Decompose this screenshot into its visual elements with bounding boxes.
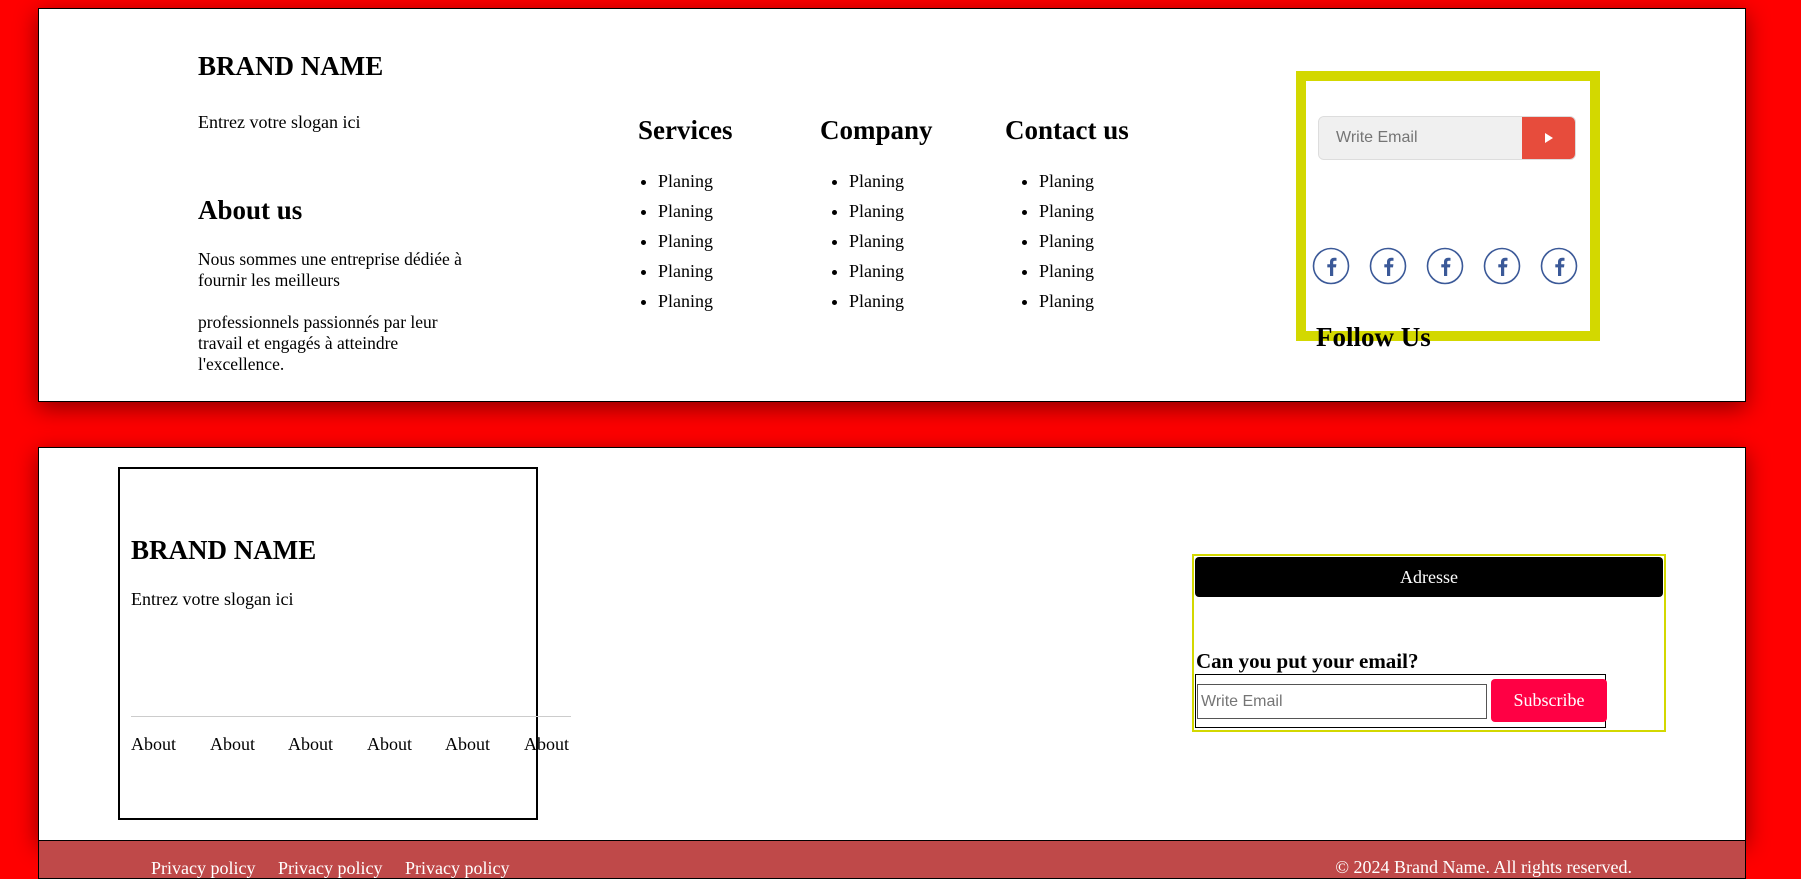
about-link[interactable]: About (288, 734, 333, 755)
services-item[interactable]: Planing (658, 196, 732, 226)
contact-item[interactable]: Planing (1039, 226, 1129, 256)
second-footer: BRAND NAME Entrez votre slogan ici About… (38, 447, 1746, 841)
services-heading: Services (638, 115, 733, 145)
send-button[interactable] (1522, 117, 1575, 159)
follow-us-heading: Follow Us (1316, 322, 1431, 352)
top-footer: BRAND NAME Entrez votre slogan ici About… (38, 8, 1746, 402)
about-paragraph-2: professionnels passionnés par leur trava… (198, 312, 438, 374)
services-item[interactable]: Planing (658, 286, 732, 316)
contact-heading: Contact us (1005, 115, 1129, 145)
facebook-icon[interactable] (1369, 247, 1407, 285)
contact-item[interactable]: Planing (1039, 196, 1129, 226)
address-button[interactable]: Adresse (1195, 557, 1663, 597)
privacy-policy-link[interactable]: Privacy policy (278, 858, 382, 879)
facebook-icon[interactable] (1426, 247, 1464, 285)
email-input[interactable] (1197, 684, 1487, 719)
play-triangle-icon (1544, 133, 1553, 143)
facebook-icon[interactable] (1483, 247, 1521, 285)
about-link[interactable]: About (445, 734, 490, 755)
company-item[interactable]: Planing (849, 286, 933, 316)
brand-box: BRAND NAME Entrez votre slogan ici About… (118, 467, 571, 820)
company-item[interactable]: Planing (849, 196, 933, 226)
facebook-icon[interactable] (1312, 247, 1350, 285)
about-heading: About us (198, 195, 303, 225)
subscribe-button[interactable]: Subscribe (1491, 679, 1607, 722)
copyright-text: © 2024 Brand Name. All rights reserved. (1335, 857, 1632, 877)
company-column: Company Planing Planing Planing Planing … (820, 115, 933, 316)
company-heading: Company (820, 115, 933, 145)
brand-slogan: Entrez votre slogan ici (198, 112, 361, 132)
contact-list: Planing Planing Planing Planing Planing (1005, 166, 1129, 316)
contact-item[interactable]: Planing (1039, 256, 1129, 286)
email-input[interactable] (1319, 117, 1524, 159)
services-item[interactable]: Planing (658, 166, 732, 196)
contact-item[interactable]: Planing (1039, 166, 1129, 196)
services-item[interactable]: Planing (658, 256, 732, 286)
contact-item[interactable]: Planing (1039, 286, 1129, 316)
services-column: Services Planing Planing Planing Planing… (638, 115, 732, 316)
about-paragraph-1: Nous sommes une entreprise dédiée à four… (198, 249, 462, 290)
address-box: Adresse Can you put your email? Subscrib… (1192, 554, 1666, 732)
facebook-icon[interactable] (1540, 247, 1578, 285)
about-link[interactable]: About (524, 734, 569, 755)
services-item[interactable]: Planing (658, 226, 732, 256)
divider (131, 716, 571, 717)
privacy-policy-link[interactable]: Privacy policy (151, 858, 255, 879)
company-item[interactable]: Planing (849, 166, 933, 196)
bottom-bar: Privacy policy Privacy policy Privacy po… (38, 840, 1746, 879)
about-link[interactable]: About (367, 734, 412, 755)
company-item[interactable]: Planing (849, 226, 933, 256)
brand-slogan: Entrez votre slogan ici (131, 589, 294, 609)
company-item[interactable]: Planing (849, 256, 933, 286)
subscribe-form: Subscribe (1195, 674, 1607, 728)
brand-name: BRAND NAME (131, 535, 317, 565)
services-list: Planing Planing Planing Planing Planing (638, 166, 732, 316)
privacy-policy-link[interactable]: Privacy policy (405, 858, 509, 879)
about-link[interactable]: About (131, 734, 176, 755)
brand-name: BRAND NAME (198, 51, 384, 81)
subscribe-box: Follow Us (1296, 71, 1600, 352)
contact-column: Contact us Planing Planing Planing Plani… (1005, 115, 1129, 316)
email-question: Can you put your email? (1196, 649, 1419, 673)
company-list: Planing Planing Planing Planing Planing (820, 166, 933, 316)
email-subscribe-row (1318, 116, 1576, 160)
about-link[interactable]: About (210, 734, 255, 755)
